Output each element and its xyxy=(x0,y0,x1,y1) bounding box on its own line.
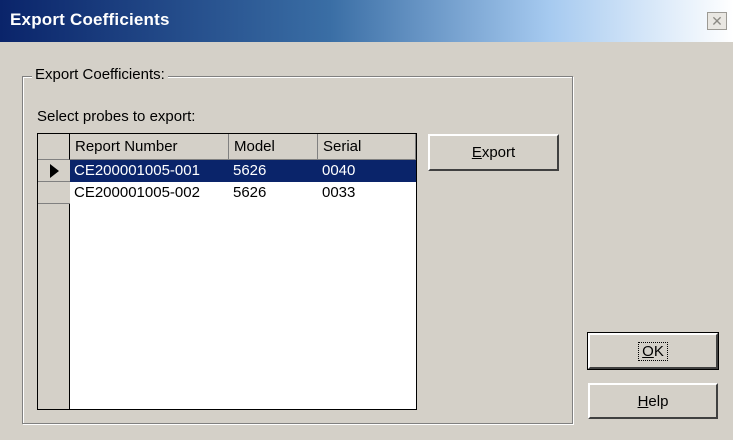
select-probes-label: Select probes to export: xyxy=(37,108,196,125)
group-label: Export Coefficients: xyxy=(32,66,168,83)
probe-grid[interactable]: Report Number Model Serial CE200001005-0… xyxy=(37,133,417,410)
cell-model: 5626 xyxy=(233,184,267,201)
title-bar[interactable]: Export Coefficients ✕ xyxy=(0,0,733,42)
close-icon[interactable]: ✕ xyxy=(707,12,727,30)
export-button[interactable]: Export xyxy=(428,134,559,171)
export-button-label: Export xyxy=(471,144,516,161)
ok-button-label: OK xyxy=(638,341,668,361)
cell-model: 5626 xyxy=(233,162,267,179)
row-selector-1[interactable] xyxy=(38,160,70,182)
cell-serial: 0033 xyxy=(322,184,356,201)
cell-report-number: CE200001005-001 xyxy=(74,162,200,179)
grid-corner xyxy=(38,134,70,160)
help-button-label: Help xyxy=(637,392,669,410)
cell-report-number: CE200001005-002 xyxy=(74,184,200,201)
export-coefficients-dialog: Export Coefficients ✕ Export Coefficient… xyxy=(0,0,733,440)
column-header-serial[interactable]: Serial xyxy=(318,134,416,160)
cell-serial: 0040 xyxy=(322,162,356,179)
current-row-pointer-icon xyxy=(49,163,59,178)
help-button[interactable]: Help xyxy=(588,383,718,419)
table-row[interactable]: CE200001005-001 5626 0040 xyxy=(70,160,416,182)
column-header-model[interactable]: Model xyxy=(229,134,318,160)
ok-button[interactable]: OK xyxy=(587,332,719,370)
table-row[interactable]: CE200001005-002 5626 0033 xyxy=(70,182,416,204)
column-header-report-number[interactable]: Report Number xyxy=(70,134,229,160)
dialog-title: Export Coefficients xyxy=(10,10,170,29)
row-selector-2[interactable] xyxy=(38,182,70,204)
